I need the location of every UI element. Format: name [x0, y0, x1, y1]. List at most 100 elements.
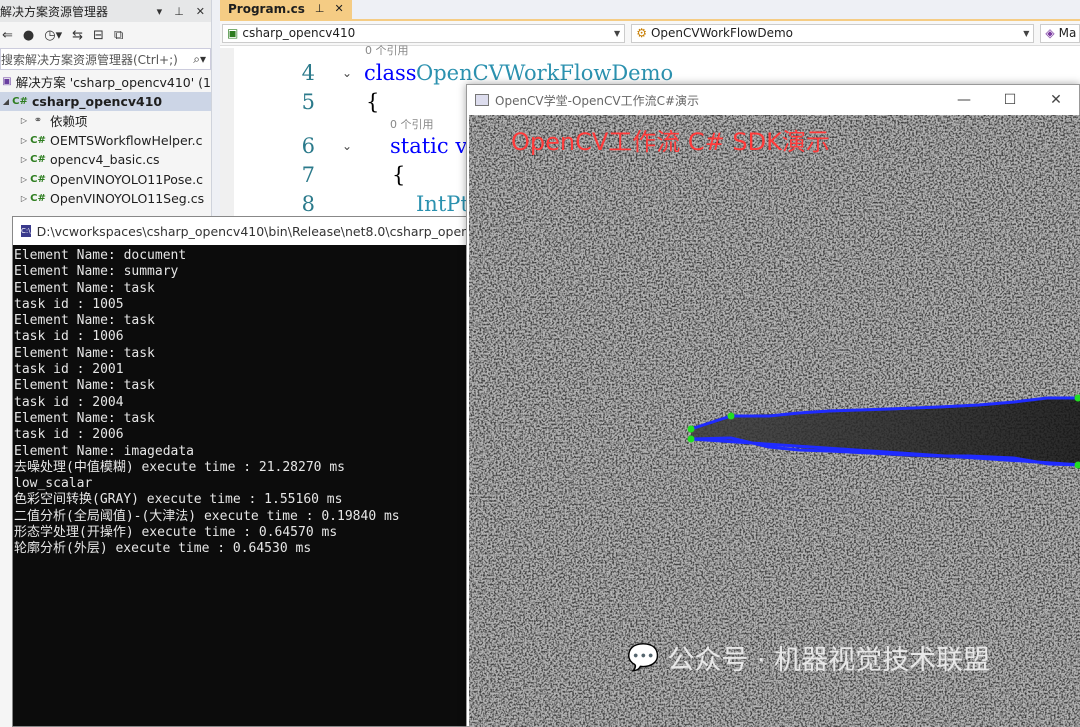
tree-item-label: OEMTSWorkflowHelper.c	[50, 132, 203, 148]
class-combo-value: OpenCVWorkFlowDemo	[650, 26, 794, 40]
expand-arrow-icon[interactable]: ▷	[18, 116, 30, 125]
console-output: Element Name: document Element Name: summ…	[13, 245, 481, 558]
project-combo-value: csharp_opencv410	[242, 26, 356, 40]
reference-hint: 0 个引用	[365, 44, 409, 57]
console-line: Element Name: task	[14, 378, 155, 394]
console-titlebar[interactable]: C:\ D:\vcworkspaces\csharp_opencv410\bin…	[13, 217, 481, 245]
contour-point	[687, 435, 695, 443]
contour-point	[727, 412, 735, 420]
code-text: {	[366, 90, 380, 114]
console-line: task id : 1006	[14, 329, 124, 345]
pin-icon[interactable]: ⊥	[174, 5, 184, 18]
code-line[interactable]: 4 ⌄ class OpenCVWorkFlowDemo	[220, 59, 1080, 87]
console-line: 形态学处理(开操作) execute time : 0.64570 ms	[14, 525, 338, 541]
solution-search-placeholder: 搜索解决方案资源管理器(Ctrl+;)	[1, 52, 178, 67]
console-line: task id : 2004	[14, 394, 124, 410]
solution-explorer-toolbar: ⇐ ● ◷▾ ⇆ ⊟ ⧉	[0, 22, 211, 48]
close-icon[interactable]: ✕	[196, 5, 205, 18]
tree-item-label: opencv4_basic.cs	[50, 152, 160, 168]
navigation-bar: ▣ csharp_opencv410 ▼ ⚙ OpenCVWorkFlowDem…	[220, 21, 1080, 46]
wechat-icon: 💬	[627, 642, 660, 673]
tree-item[interactable]: ▷ C# opencv4_basic.cs	[0, 150, 211, 170]
expand-arrow-icon[interactable]: ▷	[18, 194, 30, 203]
maximize-icon[interactable]: ☐	[987, 92, 1033, 108]
tree-item[interactable]: ▷ C# OpenVINOYOLO11Pose.c	[0, 170, 211, 190]
home-icon[interactable]: ●	[23, 28, 34, 43]
console-line: 二值分析(全局阈值)-(大津法) execute time : 0.19840 …	[14, 508, 400, 524]
close-icon[interactable]: ✕	[1033, 92, 1079, 108]
console-line: low_scalar	[14, 476, 93, 492]
console-line: Element Name: task	[14, 345, 155, 361]
pin-icon[interactable]: ⊥	[315, 2, 325, 15]
copy-icon[interactable]: ⧉	[114, 28, 123, 43]
collapse-icon[interactable]: ⌄	[342, 139, 352, 153]
class-icon: ⚙	[636, 26, 647, 40]
csharp-file-icon: C#	[30, 193, 46, 205]
expand-arrow-icon[interactable]: ▷	[18, 136, 30, 145]
console-line: Element Name: task	[14, 313, 155, 329]
chevron-down-icon: ▼	[1023, 28, 1030, 38]
watermark-text: 公众号 · 机器视觉技术联盟	[667, 645, 991, 676]
collapse-all-icon[interactable]: ⊟	[93, 28, 104, 43]
tree-solution-node[interactable]: ▣ 解决方案 'csharp_opencv410' (1	[0, 72, 211, 92]
reference-hint: 0 个引用	[390, 118, 434, 131]
opencv-window[interactable]: OpenCV学堂-OpenCV工作流C#演示 — ☐ ✕ OpenCV工作流 C…	[466, 84, 1080, 727]
solution-explorer-titlebar: 解决方案资源管理器 ▾ ⊥ ✕	[0, 0, 211, 22]
console-app-icon: C:\	[21, 225, 31, 237]
overlay-title: OpenCV工作流 C# SDK演示	[511, 128, 830, 156]
method-icon: ◈	[1045, 26, 1055, 40]
window-icon	[475, 94, 489, 106]
close-icon[interactable]: ✕	[334, 2, 343, 15]
console-line: task id : 2006	[14, 427, 124, 443]
tree-item-label: OpenVINOYOLO11Pose.c	[50, 171, 203, 187]
class-name: OpenCVWorkFlowDemo	[416, 61, 674, 85]
expand-arrow-icon[interactable]: ▷	[18, 175, 30, 184]
minimize-icon[interactable]: —	[941, 92, 987, 108]
solution-explorer-title: 解决方案资源管理器	[0, 4, 109, 19]
console-window[interactable]: C:\ D:\vcworkspaces\csharp_opencv410\bin…	[12, 216, 482, 727]
sync-icon[interactable]: ⇆	[72, 28, 83, 43]
tree-item[interactable]: ▷ C# OEMTSWorkflowHelper.c	[0, 131, 211, 151]
solution-search-field[interactable]: 搜索解决方案资源管理器(Ctrl+;) ⌕▾	[0, 48, 211, 70]
csharp-file-icon: C#	[30, 134, 46, 146]
desktop: 解决方案资源管理器 ▾ ⊥ ✕ ⇐ ● ◷▾ ⇆ ⊟ ⧉ 搜索解决方案资源管理器…	[0, 0, 1080, 727]
opencv-titlebar[interactable]: OpenCV学堂-OpenCV工作流C#演示 — ☐ ✕	[467, 85, 1079, 115]
search-icon[interactable]: ⌕▾	[189, 52, 210, 67]
line-number: 4	[301, 61, 315, 85]
code-text: {	[392, 163, 406, 187]
history-icon[interactable]: ◷▾	[44, 28, 62, 43]
console-line: 色彩空间转换(GRAY) execute time : 1.55160 ms	[14, 492, 343, 508]
class-combo[interactable]: ⚙ OpenCVWorkFlowDemo ▼	[631, 23, 1035, 43]
tree-item-label: OpenVINOYOLO11Seg.cs	[50, 191, 205, 207]
console-line: Element Name: imagedata	[14, 443, 195, 459]
tree-item[interactable]: ▷ C# OpenVINOYOLO11Seg.cs	[0, 189, 211, 209]
back-icon[interactable]: ⇐	[2, 28, 13, 43]
line-number: 6	[301, 134, 315, 158]
member-combo-value: Ma	[1058, 26, 1077, 40]
line-number: 8	[301, 192, 315, 216]
console-line: Element Name: summary	[14, 264, 179, 280]
console-title: D:\vcworkspaces\csharp_opencv410\bin\Rel…	[36, 223, 481, 239]
expand-arrow-icon[interactable]: ▷	[18, 155, 30, 164]
tree-item[interactable]: ▷ ⚭ 依赖项	[0, 111, 211, 131]
console-line: task id : 1005	[14, 296, 124, 312]
dependencies-icon: ⚭	[33, 115, 43, 127]
opencv-window-title: OpenCV学堂-OpenCV工作流C#演示	[495, 93, 700, 108]
tree-item-label: 依赖项	[50, 114, 88, 130]
line-number: 5	[301, 90, 315, 114]
result-image	[469, 115, 1080, 727]
csharp-file-icon: C#	[30, 154, 46, 166]
project-combo[interactable]: ▣ csharp_opencv410 ▼	[222, 23, 626, 43]
console-line: Element Name: task	[14, 410, 155, 426]
tree-project-node[interactable]: ◢ C# csharp_opencv410	[0, 91, 211, 111]
solution-icon: ▣	[2, 76, 12, 88]
editor-tab-bar: Program.cs ⊥ ✕	[220, 0, 1080, 21]
watermark: 💬 公众号 · 机器视觉技术联盟	[627, 638, 990, 677]
console-line: Element Name: task	[14, 280, 155, 296]
expanded-arrow-icon[interactable]: ◢	[0, 97, 12, 106]
dropdown-icon[interactable]: ▾	[157, 5, 163, 18]
tab-program-cs[interactable]: Program.cs ⊥ ✕	[220, 0, 352, 19]
member-combo[interactable]: ◈ Ma	[1040, 23, 1080, 43]
chevron-down-icon: ▼	[614, 28, 621, 38]
collapse-icon[interactable]: ⌄	[342, 66, 352, 80]
